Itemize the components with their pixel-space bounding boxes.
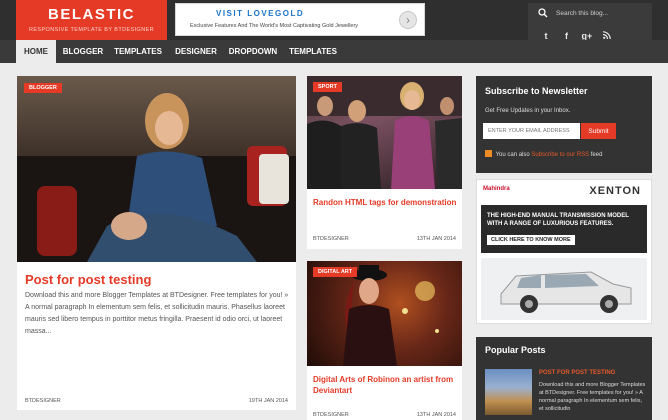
side-post-title-1[interactable]: Randon HTML tags for demonstration xyxy=(313,197,458,208)
category-badge[interactable]: DIGITAL ART xyxy=(313,267,358,277)
featured-post-title[interactable]: Post for post testing xyxy=(25,272,151,287)
side-post-illustration-1 xyxy=(307,76,462,189)
post-author[interactable]: BTDESIGNER xyxy=(313,236,349,242)
nav-item-blogger[interactable]: BLOGGER xyxy=(58,40,108,63)
logo-title: BELASTIC xyxy=(48,6,135,23)
chevron-right-icon[interactable]: › xyxy=(399,11,417,29)
rss-prefix: You can also xyxy=(495,152,530,158)
ad-car-image xyxy=(481,258,647,320)
ad-cta-button[interactable]: CLICK HERE TO KNOW MORE xyxy=(487,235,575,245)
widget-title: Subscribe to Newsletter xyxy=(485,86,588,96)
ad-brand: Mahindra xyxy=(483,186,510,192)
header: BELASTIC RESPONSIVE TEMPLATE BY BTDESIGN… xyxy=(0,0,668,41)
featured-post-illustration xyxy=(17,93,296,262)
ad-headline-box: THE HIGH-END MANUAL TRANSMISSION MODEL W… xyxy=(481,205,647,253)
newsletter-widget: Subscribe to Newsletter Get Free Updates… xyxy=(476,76,652,173)
post-date: 13TH JAN 2014 xyxy=(416,412,456,418)
side-post-card-2: DIGITAL ART Digital Arts of Robinon an a… xyxy=(307,261,462,420)
submit-button[interactable]: Submit xyxy=(581,123,616,139)
ad-headline: THE HIGH-END MANUAL TRANSMISSION MODEL W… xyxy=(487,213,629,227)
popular-post-excerpt: Download this and more Blogger Templates… xyxy=(539,382,646,412)
search-social-box: t f g+ xyxy=(528,3,652,41)
widget-title: Popular Posts xyxy=(485,345,546,355)
ad-model: XENTON xyxy=(589,185,641,197)
rss-row: You can also Subscribe to our RSS feed xyxy=(485,150,602,158)
search-icon[interactable] xyxy=(538,8,548,18)
sidebar-ad[interactable]: Mahindra XENTON THE HIGH-END MANUAL TRAN… xyxy=(476,179,652,324)
nav-item-home[interactable]: HOME xyxy=(16,40,56,63)
rss-icon xyxy=(485,150,492,157)
post-author[interactable]: BTDESIGNER xyxy=(313,412,349,418)
category-badge[interactable]: BLOGGER xyxy=(24,83,62,93)
featured-post-image[interactable] xyxy=(17,76,296,262)
newsletter-description: Get Free Updates in your Inbox. xyxy=(485,108,571,114)
search-input[interactable] xyxy=(556,6,648,20)
post-author[interactable]: BTDESIGNER xyxy=(25,398,61,404)
email-field[interactable] xyxy=(483,123,580,139)
rss-suffix: feed xyxy=(590,152,603,158)
nav-item-templates[interactable]: TEMPLATES xyxy=(110,40,166,63)
site-logo[interactable]: BELASTIC RESPONSIVE TEMPLATE BY BTDESIGN… xyxy=(16,0,167,40)
category-badge[interactable]: SPORT xyxy=(313,82,342,92)
post-date: 19TH JAN 2014 xyxy=(248,398,288,404)
featured-post-card: BLOGGER Post for post testing Download t… xyxy=(17,76,296,410)
featured-post-excerpt: Download this and more Blogger Templates… xyxy=(25,292,289,335)
popular-post-title[interactable]: POST FOR POST TESTING xyxy=(539,370,615,376)
ad-text: Exclusive Features And The World's Most … xyxy=(190,23,359,29)
side-post-card-1: SPORT Randon HTML tags for demonstration… xyxy=(307,76,462,249)
main-nav: HOME BLOGGER TEMPLATES DESIGNER DROPDOWN… xyxy=(0,40,668,63)
side-post-title-2[interactable]: Digital Arts of Robinon an artist from D… xyxy=(313,374,458,396)
logo-subtitle: RESPONSIVE TEMPLATE BY BTDESIGNER xyxy=(28,27,155,33)
ad-title: VISIT LOVEGOLD xyxy=(216,9,305,18)
header-ad-banner[interactable]: VISIT LOVEGOLD Exclusive Features And Th… xyxy=(175,3,425,36)
rss-subscribe-link[interactable]: Subscribe to our RSS xyxy=(531,152,589,158)
popular-posts-widget: Popular Posts POST FOR POST TESTING Down… xyxy=(476,337,652,420)
popular-post-thumbnail[interactable] xyxy=(485,369,532,415)
post-date: 13TH JAN 2014 xyxy=(416,236,456,242)
side-post-image-1[interactable] xyxy=(307,76,462,189)
nav-item-designer[interactable]: DESIGNER xyxy=(170,40,222,63)
nav-item-templates-2[interactable]: TEMPLATES xyxy=(285,40,341,63)
nav-item-dropdown[interactable]: DROPDOWN xyxy=(225,40,281,63)
